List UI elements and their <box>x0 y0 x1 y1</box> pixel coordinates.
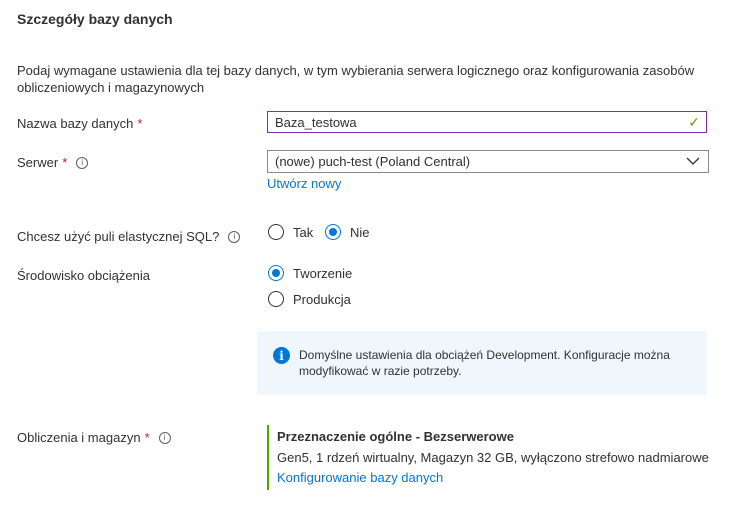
check-icon: ✓ <box>688 114 700 130</box>
info-icon[interactable]: i <box>76 156 89 169</box>
create-server-link[interactable]: Utwórz nowy <box>267 176 341 191</box>
info-icon[interactable]: i <box>228 230 241 243</box>
workload-label: Środowisko obciążenia <box>17 268 150 283</box>
info-icon[interactable]: i <box>158 431 171 444</box>
section-description: Podaj wymagane ustawienia dla tej bazy d… <box>17 63 695 95</box>
configure-database-link[interactable]: Konfigurowanie bazy danych <box>277 470 443 485</box>
info-message-box: i Domyślne ustawienia dla obciążeń Devel… <box>257 331 707 395</box>
server-label: Serwer * i <box>17 155 89 170</box>
server-value: (nowe) puch-test (Poland Central) <box>275 154 471 169</box>
info-icon: i <box>273 347 290 364</box>
db-name-label: Nazwa bazy danych * <box>17 116 142 131</box>
compute-details: Gen5, 1 rdzeń wirtualny, Magazyn 32 GB, … <box>277 450 709 465</box>
chevron-down-icon <box>686 154 700 171</box>
db-name-input[interactable]: Baza_testowa ✓ <box>267 111 707 133</box>
radio-label: Tak <box>293 224 314 240</box>
server-label-text: Serwer <box>17 155 59 170</box>
radio-circle <box>268 224 284 240</box>
elastic-pool-radio-yes[interactable]: Tak <box>268 224 313 240</box>
radio-circle-selected <box>268 265 284 281</box>
elastic-pool-label-text: Chcesz użyć puli elastycznej SQL? <box>17 229 220 244</box>
db-name-label-text: Nazwa bazy danych <box>17 116 134 131</box>
radio-circle <box>268 291 284 307</box>
radio-circle-selected <box>325 224 341 240</box>
compute-tier: Przeznaczenie ogólne - Bezserwerowe <box>277 429 514 444</box>
required-mark: * <box>62 155 68 170</box>
section-title: Szczegóły bazy danych <box>17 11 173 27</box>
workload-label-text: Środowisko obciążenia <box>17 268 150 283</box>
workload-radio-development[interactable]: Tworzenie <box>268 265 352 281</box>
required-mark: * <box>137 116 143 131</box>
workload-radio-production[interactable]: Produkcja <box>268 291 351 307</box>
radio-label: Nie <box>350 224 370 240</box>
compute-label: Obliczenia i magazyn * i <box>17 430 171 445</box>
compute-summary: Przeznaczenie ogólne - Bezserwerowe Gen5… <box>267 425 719 490</box>
compute-label-text: Obliczenia i magazyn <box>17 430 141 445</box>
required-mark: * <box>144 430 150 445</box>
elastic-pool-radio-no[interactable]: Nie <box>325 224 370 240</box>
elastic-pool-label: Chcesz użyć puli elastycznej SQL? i <box>17 229 241 244</box>
radio-label: Produkcja <box>293 291 351 307</box>
db-name-value: Baza_testowa <box>275 114 357 130</box>
server-select[interactable]: (nowe) puch-test (Poland Central) <box>267 150 709 173</box>
info-message-text: Domyślne ustawienia dla obciążeń Develop… <box>299 348 670 378</box>
radio-label: Tworzenie <box>293 265 353 281</box>
